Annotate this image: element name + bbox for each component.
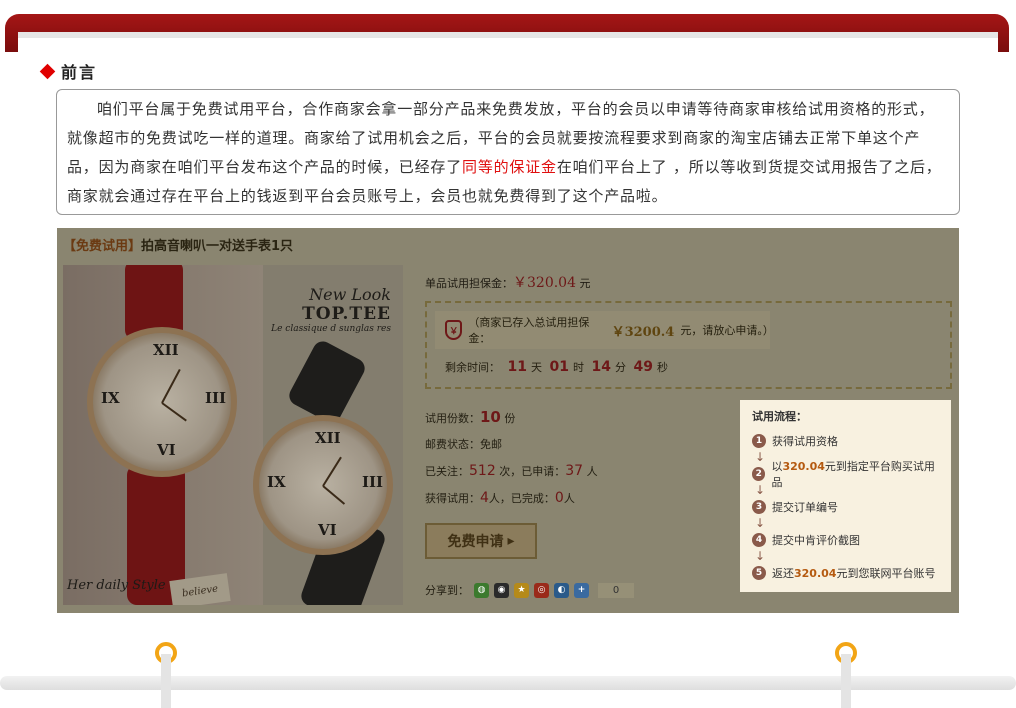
qzone-share-icon[interactable]: ★ bbox=[514, 582, 529, 598]
preface-highlight: 同等的保证金 bbox=[462, 158, 557, 176]
more-share-icon[interactable]: + bbox=[574, 582, 589, 598]
deposit-notice: ￥ （商家已存入总试用担保金： ￥3200.4 元，请放心申请。） bbox=[435, 311, 774, 349]
guarantee-price: ￥320.04 bbox=[513, 275, 576, 291]
share-bar: 分享到： ◍ ◉ ★ ◎ ◐ + 0 bbox=[425, 582, 634, 598]
process-step: 2 以320.04元到指定平台购买试用品 bbox=[752, 460, 939, 489]
preface-heading: 前言 bbox=[39, 61, 98, 82]
countdown-days: 11 bbox=[507, 359, 527, 375]
countdown: 剩余时间： 11 天 01 时 14 分 49 秒 bbox=[445, 359, 668, 375]
top-banner-inner bbox=[18, 32, 998, 52]
process-step: 1 获得试用资格 bbox=[752, 432, 939, 450]
process-step: 4 提交中肯评价截图 bbox=[752, 531, 939, 549]
copies-count: 10 bbox=[480, 408, 501, 426]
product-title: 【免费试用】拍高音喇叭一对送手表1只 bbox=[63, 235, 293, 254]
down-arrow-icon: ↓ bbox=[755, 549, 766, 563]
countdown-minutes: 14 bbox=[591, 359, 611, 375]
peg-right-icon bbox=[835, 642, 857, 708]
wechat-share-icon[interactable]: ◍ bbox=[474, 582, 489, 598]
process-step: 5 返还320.04元到您联网平台账号 bbox=[752, 564, 939, 582]
product-name: 拍高音喇叭一对送手表1只 bbox=[141, 239, 294, 254]
free-apply-button[interactable]: 免费申请 ▸ bbox=[425, 523, 537, 559]
deposit-amount: ￥3200.4 bbox=[611, 324, 675, 340]
bottom-bar bbox=[0, 676, 1016, 690]
process-step: 3 提交订单编号 bbox=[752, 498, 939, 516]
image-brand-text: New Look TOP.TEE Le classique d sunglas … bbox=[271, 285, 391, 334]
process-title: 试用流程： bbox=[752, 410, 807, 423]
applied-count: 37 bbox=[565, 463, 584, 479]
diamond-bullet-icon bbox=[39, 63, 56, 79]
product-tag: 【免费试用】 bbox=[63, 239, 142, 254]
got-count: 4 bbox=[480, 490, 489, 506]
trial-stats: 试用份数：10 份 邮费状态：免邮 已关注：512 次，已申请：37 人 获得试… bbox=[425, 408, 598, 506]
trial-process-box: 试用流程： 1 获得试用资格 ↓ 2 以320.04元到指定平台购买试用品 ↓ 3提… bbox=[740, 400, 951, 592]
arrow-right-icon: ▸ bbox=[507, 533, 515, 549]
qq-share-icon[interactable]: ◉ bbox=[494, 582, 509, 598]
down-arrow-icon: ↓ bbox=[755, 516, 766, 530]
tencent-weibo-share-icon[interactable]: ◐ bbox=[554, 582, 569, 598]
shipping-status: 免邮 bbox=[480, 438, 502, 451]
guarantee-line: 单品试用担保金：￥320.04 元 bbox=[425, 275, 591, 291]
deposit-box: ￥ （商家已存入总试用担保金： ￥3200.4 元，请放心申请。） 剩余时间： 11… bbox=[425, 301, 952, 389]
preface-box: 咱们平台属于免费试用平台，合作商家会拿一部分产品来免费发放，平台的会员以申请等待… bbox=[56, 89, 960, 215]
countdown-hours: 01 bbox=[549, 359, 569, 375]
product-image[interactable]: XII III VI IX XII III VI IX New Look TOP… bbox=[63, 265, 403, 605]
shield-icon: ￥ bbox=[445, 320, 463, 340]
watch-face-small: XII III VI IX bbox=[253, 415, 393, 555]
countdown-seconds: 49 bbox=[633, 359, 653, 375]
watch-face-large: XII III VI IX bbox=[87, 327, 237, 477]
preface-title: 前言 bbox=[61, 63, 98, 82]
done-count: 0 bbox=[554, 490, 564, 506]
follow-count: 512 bbox=[469, 463, 496, 479]
peg-left-icon bbox=[155, 642, 177, 708]
weibo-share-icon[interactable]: ◎ bbox=[534, 582, 549, 598]
share-count: 0 bbox=[598, 582, 634, 598]
image-style-text: Her daily Style bbox=[67, 578, 166, 593]
